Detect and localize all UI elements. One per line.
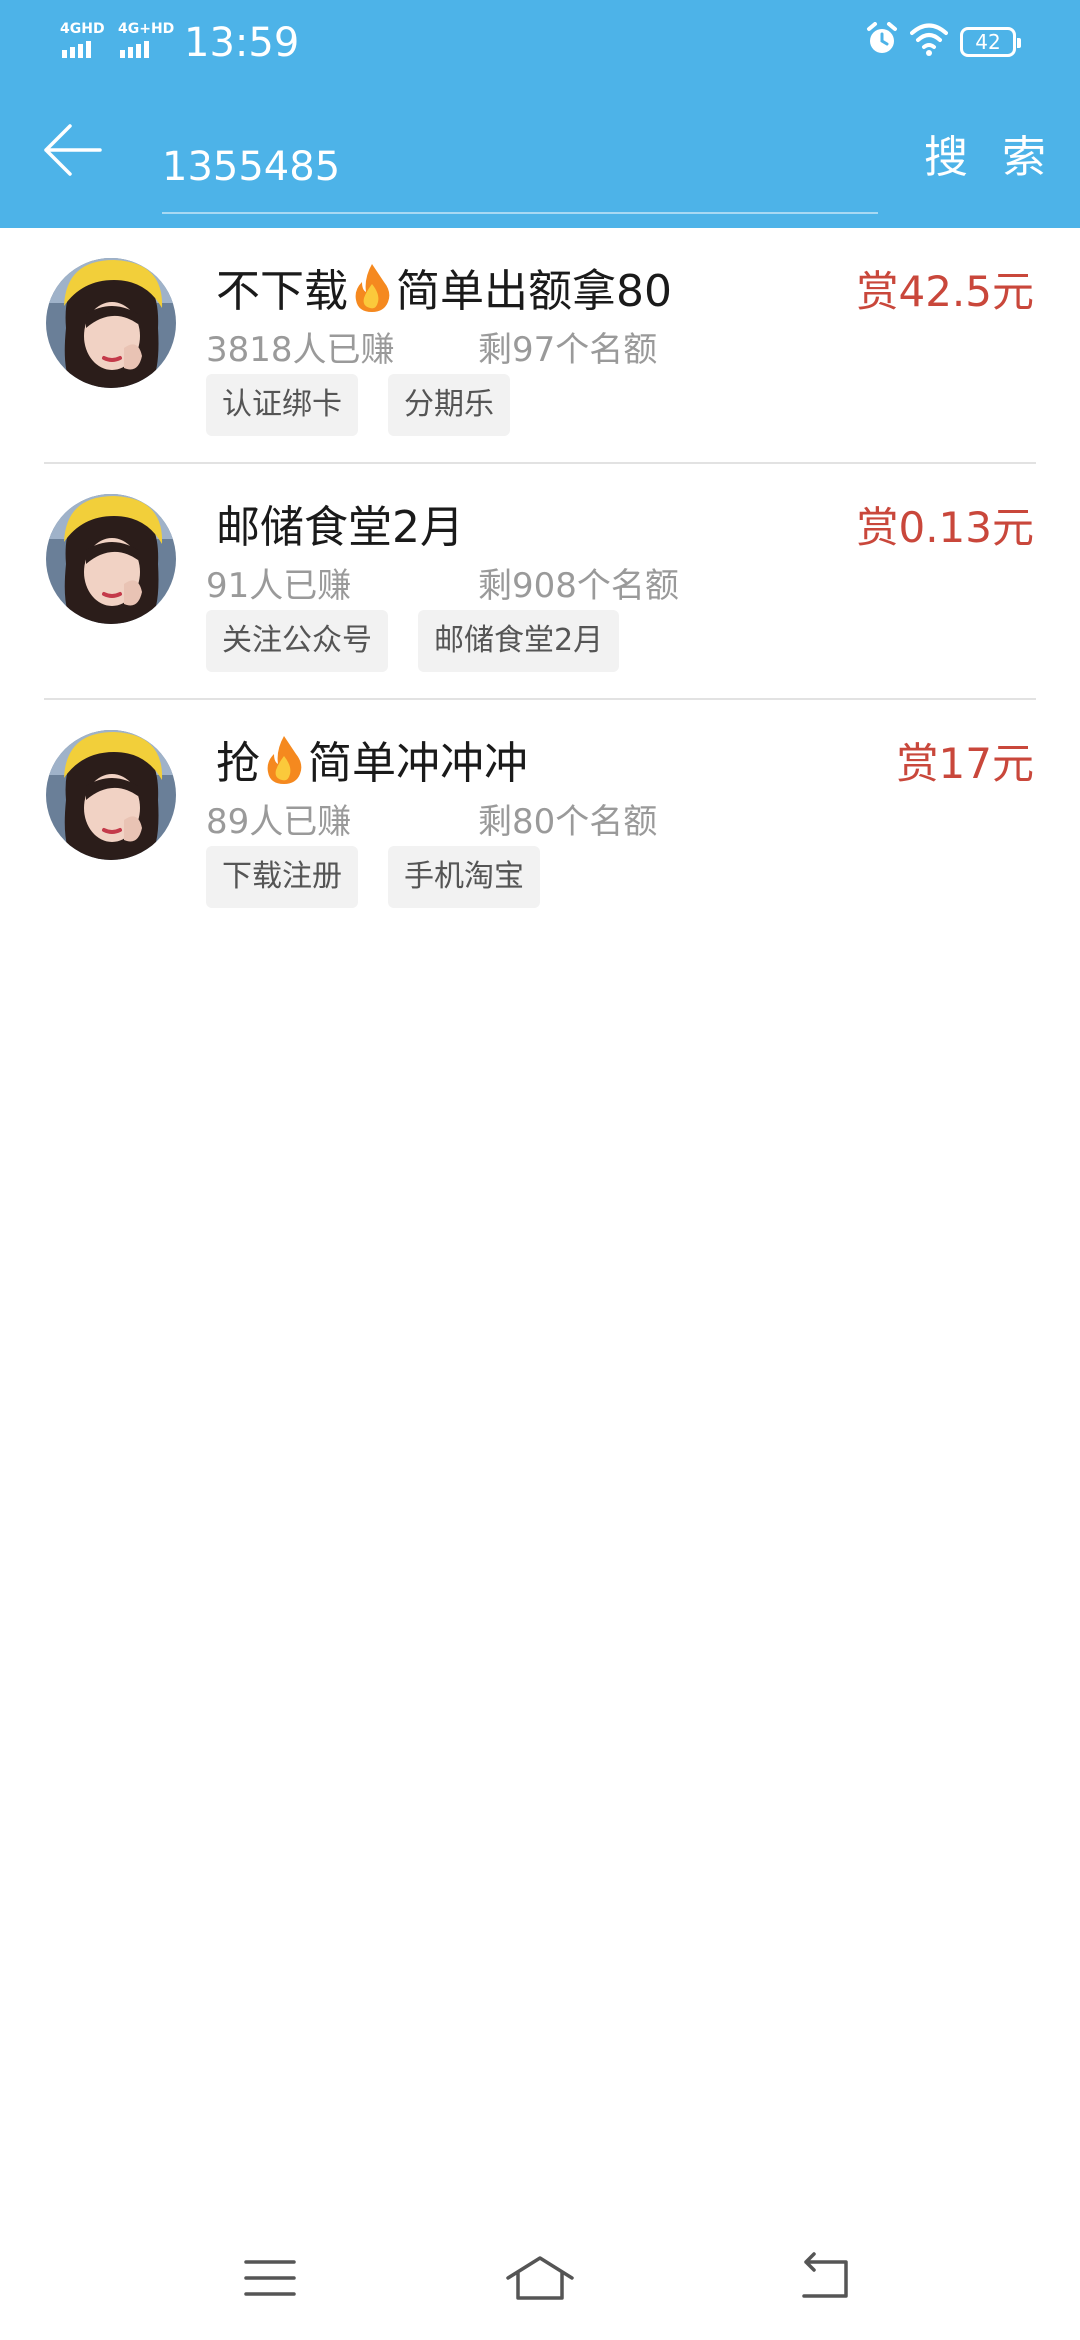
avatar <box>46 258 176 388</box>
earned-count: 3818人已赚 <box>206 330 395 370</box>
tag: 邮储食堂2月 <box>418 610 620 672</box>
status-bar: 4GHD 4G+HD 13:59 42 <box>0 0 1080 88</box>
task-title: 不下载 简单出额拿80 <box>216 260 672 324</box>
network-type-1: 4GHD <box>60 21 105 37</box>
back-button[interactable] <box>40 118 120 198</box>
task-title: 邮储食堂2月 <box>216 496 464 560</box>
earned-count: 91人已赚 <box>206 566 352 606</box>
reward-amount: 赏42.5元 <box>856 267 1034 316</box>
wifi-icon <box>910 23 948 56</box>
home-icon <box>506 2256 574 2300</box>
task-title-text: 邮储食堂2月 <box>216 502 464 553</box>
reward-amount: 赏17元 <box>896 739 1034 788</box>
task-title-text-2: 简单冲冲冲 <box>308 738 528 789</box>
task-list: 不下载 简单出额拿80 赏42.5元 3818人已赚 剩97个名额 认证绑卡 分… <box>0 228 1080 936</box>
reward-amount: 赏0.13元 <box>856 503 1034 552</box>
fire-icon <box>267 736 302 784</box>
remaining-slots: 剩97个名额 <box>478 330 658 370</box>
avatar <box>46 730 176 860</box>
task-item[interactable]: 邮储食堂2月 赏0.13元 91人已赚 剩908个名额 关注公众号 邮储食堂2月 <box>0 464 1080 700</box>
tag-list: 下载注册 手机淘宝 <box>206 846 540 908</box>
signal-2-icon: 4G+HD <box>118 22 174 62</box>
task-title-text: 抢 <box>216 738 260 789</box>
tag: 手机淘宝 <box>388 846 540 908</box>
app-header: 4GHD 4G+HD 13:59 42 搜 索 <box>0 0 1080 228</box>
back-icon <box>802 2252 848 2298</box>
arrow-left-icon <box>44 124 102 176</box>
tag: 关注公众号 <box>206 610 388 672</box>
system-nav-bar <box>0 2226 1080 2340</box>
status-time: 13:59 <box>184 20 300 66</box>
task-title-text: 不下载 <box>216 266 348 317</box>
search-button[interactable]: 搜 索 <box>924 126 1056 190</box>
earned-count: 89人已赚 <box>206 802 352 842</box>
signal-1-icon: 4GHD <box>60 22 112 62</box>
network-type-2: 4G+HD <box>118 21 175 37</box>
menu-icon <box>244 2260 296 2296</box>
search-input[interactable] <box>162 122 878 214</box>
alarm-icon <box>867 22 897 53</box>
avatar <box>46 494 176 624</box>
task-item[interactable]: 不下载 简单出额拿80 赏42.5元 3818人已赚 剩97个名额 认证绑卡 分… <box>0 228 1080 464</box>
menu-button[interactable] <box>240 2248 300 2312</box>
tag: 分期乐 <box>388 374 510 436</box>
task-title-text-2: 简单出额拿80 <box>396 266 672 317</box>
tag-list: 认证绑卡 分期乐 <box>206 374 510 436</box>
task-title: 抢 简单冲冲冲 <box>216 732 528 796</box>
remaining-slots: 剩80个名额 <box>478 802 658 842</box>
back-nav-button[interactable] <box>794 2248 854 2312</box>
fire-icon <box>355 264 390 312</box>
tag: 认证绑卡 <box>206 374 358 436</box>
tag-list: 关注公众号 邮储食堂2月 <box>206 610 620 672</box>
battery-icon: 42 <box>960 27 1021 57</box>
tag: 下载注册 <box>206 846 358 908</box>
task-item[interactable]: 抢 简单冲冲冲 赏17元 89人已赚 剩80个名额 下载注册 手机淘宝 <box>0 700 1080 936</box>
remaining-slots: 剩908个名额 <box>478 566 679 606</box>
home-button[interactable] <box>504 2248 576 2312</box>
